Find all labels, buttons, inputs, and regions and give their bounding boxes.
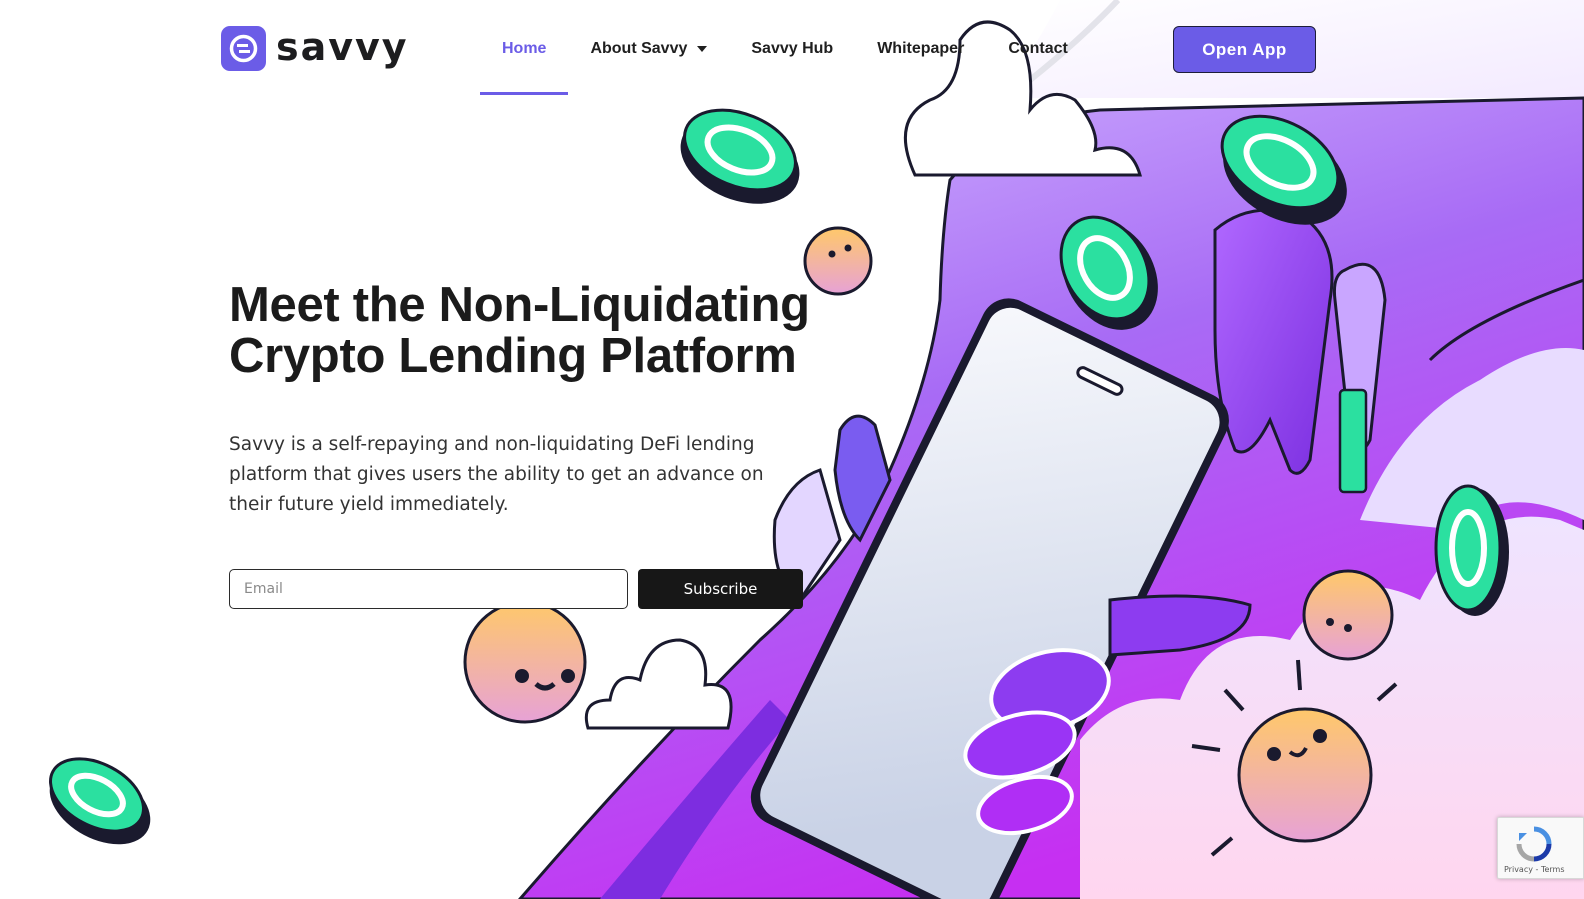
nav-contact-label: Contact: [1008, 40, 1068, 57]
email-input[interactable]: [229, 569, 628, 609]
hero-title-line-1: Meet the Non-Liquidating: [229, 278, 810, 332]
brand-logo[interactable]: savvy: [221, 26, 409, 71]
savvy-logo-icon: [221, 26, 266, 71]
nav-home-label: Home: [502, 40, 547, 57]
nav-about-label: About Savvy: [590, 40, 688, 57]
subscribe-button[interactable]: Subscribe: [638, 569, 803, 609]
nav-whitepaper-label: Whitepaper: [877, 40, 965, 57]
recaptcha-icon: [1515, 825, 1553, 868]
site-header: savvy Home About Savvy Savvy Hub Whitepa…: [0, 0, 1584, 98]
brand-name: savvy: [276, 24, 409, 69]
recaptcha-badge[interactable]: Privacy - Terms: [1497, 817, 1584, 879]
nav-whitepaper[interactable]: Whitepaper: [855, 0, 986, 98]
hero-title: Meet the Non-Liquidating Crypto Lending …: [229, 280, 829, 382]
nav-hub-label: Savvy Hub: [751, 40, 834, 57]
subscribe-form: Subscribe: [229, 569, 803, 609]
hero-title-line-2: Crypto Lending Platform: [229, 329, 797, 383]
chevron-down-icon: [697, 46, 708, 52]
nav-contact[interactable]: Contact: [986, 0, 1090, 98]
hero-section: Meet the Non-Liquidating Crypto Lending …: [229, 280, 829, 520]
main-nav: Home About Savvy Savvy Hub Whitepaper Co…: [480, 0, 1090, 98]
recaptcha-links[interactable]: Privacy - Terms: [1504, 865, 1565, 874]
nav-about-savvy[interactable]: About Savvy: [568, 0, 729, 98]
nav-savvy-hub[interactable]: Savvy Hub: [729, 0, 855, 98]
hero-description: Savvy is a self-repaying and non-liquida…: [229, 434, 764, 515]
coin-top-center: [680, 108, 800, 204]
open-app-button[interactable]: Open App: [1173, 26, 1316, 73]
nav-home[interactable]: Home: [480, 0, 569, 98]
